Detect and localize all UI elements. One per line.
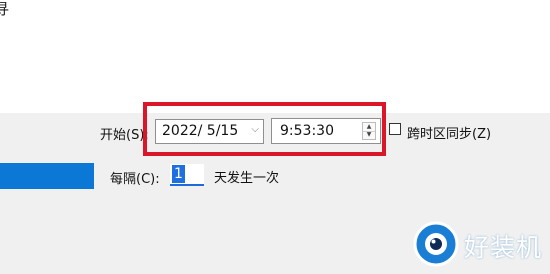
- watermark: 好装机: [412, 220, 546, 268]
- sync-timezone-checkbox[interactable]: [389, 123, 401, 135]
- watermark-text: 好装机: [464, 233, 543, 262]
- interval-suffix: 天发生一次: [214, 171, 280, 186]
- selected-list-item[interactable]: [0, 163, 94, 189]
- start-label: 开始(S):: [100, 128, 149, 143]
- red-highlight-box: [143, 102, 386, 156]
- watermark-logo-icon: [413, 221, 459, 267]
- interval-label: 每隔(C):: [110, 172, 160, 187]
- sync-timezone-label: 跨时区同步(Z): [407, 127, 492, 142]
- interval-input[interactable]: 1: [170, 164, 204, 186]
- dialog-top-area: 寻: [0, 0, 550, 113]
- interval-value: 1: [172, 165, 185, 183]
- partial-title-text: 寻: [0, 0, 10, 18]
